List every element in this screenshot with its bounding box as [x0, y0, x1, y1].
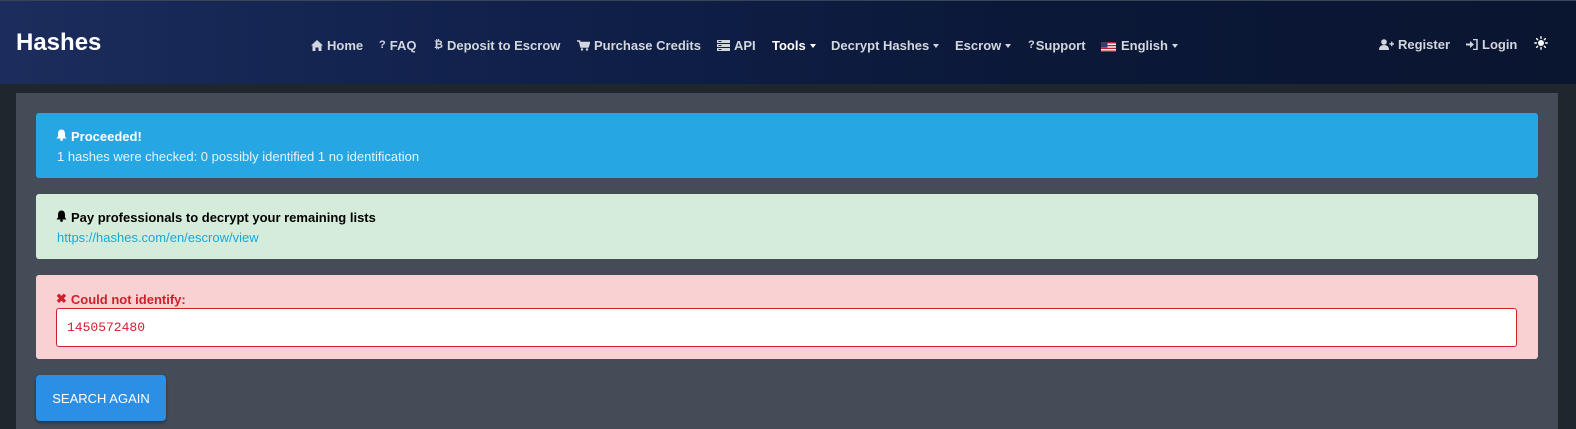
success-alert-title-text: Pay professionals to decrypt your remain…: [71, 210, 376, 225]
server-icon: [717, 39, 730, 51]
theme-toggle[interactable]: [1534, 35, 1548, 53]
nav-login-label: Login: [1482, 36, 1518, 52]
nav-deposit-label: Deposit to Escrow: [446, 37, 561, 53]
nav-register[interactable]: Register: [1379, 35, 1450, 53]
sign-in-icon: [1466, 38, 1478, 50]
main-panel: Proceeded! 1 hashes were checked: 0 poss…: [16, 93, 1558, 429]
danger-alert-title-text: Could not identify:: [70, 291, 186, 307]
danger-alert: ✖ Could not identify:: [36, 275, 1538, 359]
nav-escrow-dropdown[interactable]: Escrow: [955, 36, 1012, 54]
chevron-down-icon: [809, 43, 816, 48]
nav-decrypt-dropdown[interactable]: Decrypt Hashes: [831, 36, 940, 54]
nav-login[interactable]: Login: [1466, 35, 1517, 53]
info-alert-text: 1 hashes were checked: 0 possibly identi…: [57, 149, 420, 164]
nav-tools-label: Tools: [772, 37, 806, 53]
hash-value-field[interactable]: [56, 308, 1517, 347]
chevron-down-icon: [1005, 43, 1012, 48]
nav-tools-dropdown[interactable]: Tools: [772, 36, 816, 54]
x-icon: ✖: [56, 291, 67, 306]
nav-language-label: English: [1121, 37, 1168, 53]
nav-language-dropdown[interactable]: English: [1101, 36, 1178, 54]
chevron-down-icon: [933, 43, 940, 48]
nav-home-label: Home: [327, 37, 364, 53]
nav-register-label: Register: [1398, 36, 1451, 52]
top-navbar: Hashes Home ? FAQ ₿ Deposit to Escrow Pu…: [0, 0, 1576, 84]
info-alert: Proceeded! 1 hashes were checked: 0 poss…: [36, 113, 1538, 178]
us-flag-icon: [1101, 40, 1116, 52]
danger-alert-title: ✖ Could not identify:: [56, 291, 186, 307]
chevron-down-icon: [1171, 43, 1178, 48]
question-icon: ?: [1028, 39, 1035, 51]
cart-icon: [577, 39, 590, 51]
info-alert-title: Proceeded!: [56, 129, 142, 144]
nav-support[interactable]: ? Support: [1028, 36, 1086, 54]
nav-escrow-label: Escrow: [955, 37, 1002, 53]
nav-faq-label: FAQ: [389, 37, 417, 53]
nav-home[interactable]: Home: [311, 36, 363, 54]
info-alert-title-text: Proceeded!: [71, 129, 142, 144]
nav-api-label: API: [734, 37, 756, 53]
nav-purchase-label: Purchase Credits: [594, 37, 701, 53]
bitcoin-icon: ₿: [434, 39, 443, 51]
search-again-button[interactable]: SEARCH AGAIN: [36, 375, 166, 421]
nav-support-label: Support: [1035, 37, 1086, 53]
nav-decrypt-label: Decrypt Hashes: [831, 37, 930, 53]
success-alert-title: Pay professionals to decrypt your remain…: [56, 210, 376, 225]
escrow-view-link[interactable]: https://hashes.com/en/escrow/view: [57, 230, 259, 245]
bell-icon: [56, 129, 67, 144]
brand-logo[interactable]: Hashes: [16, 29, 101, 57]
success-alert: Pay professionals to decrypt your remain…: [36, 194, 1538, 259]
bell-icon: [56, 210, 67, 225]
home-icon: [311, 39, 323, 51]
nav-purchase-credits[interactable]: Purchase Credits: [577, 36, 701, 54]
nav-api[interactable]: API: [717, 36, 756, 54]
nav-faq[interactable]: ? FAQ: [379, 36, 416, 54]
sun-icon: [1534, 35, 1548, 53]
nav-deposit[interactable]: ₿ Deposit to Escrow: [434, 36, 560, 54]
question-icon: ?: [379, 39, 386, 51]
user-plus-icon: [1379, 38, 1394, 50]
